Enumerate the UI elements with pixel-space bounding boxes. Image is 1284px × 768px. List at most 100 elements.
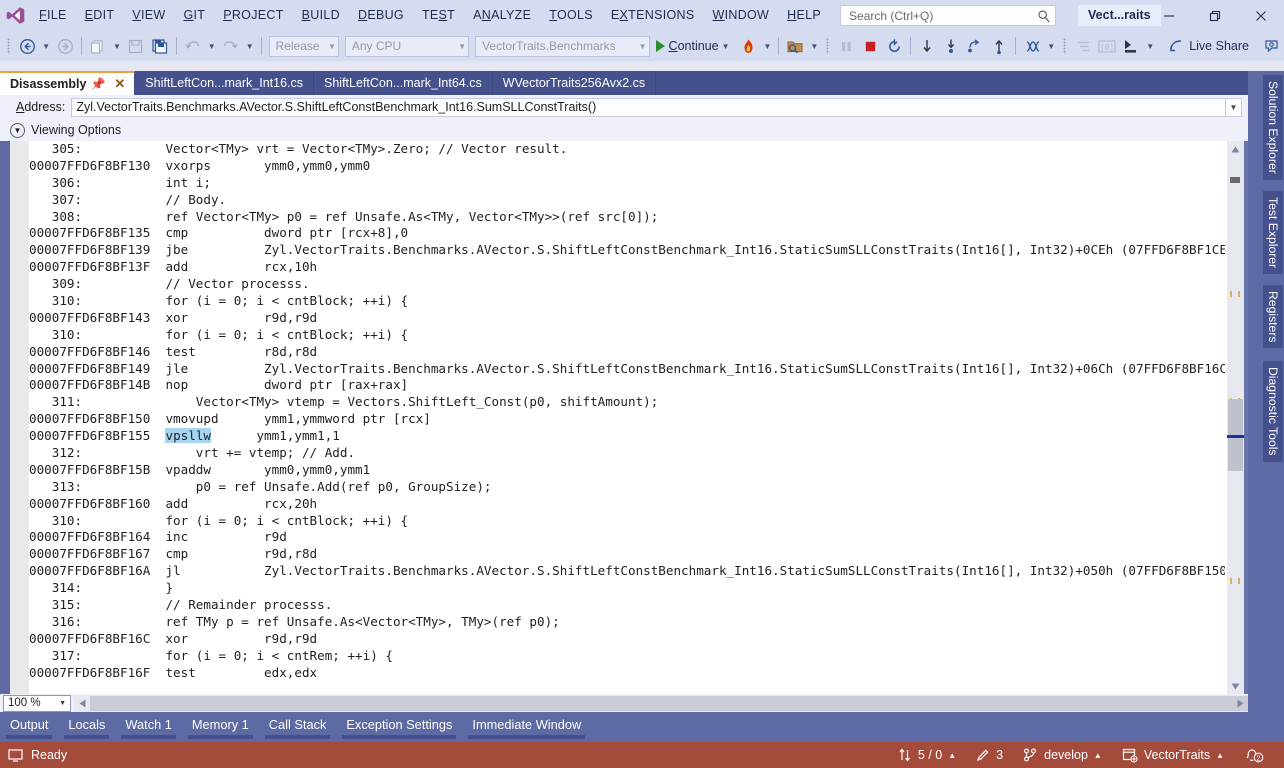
code-asm-line[interactable]: 00007FFD6F8BF155 vpsllw ymm1,ymm1,1 [29, 428, 1225, 445]
menu-item-tools[interactable]: TOOLS [540, 0, 602, 31]
bottom-tab-locals[interactable]: Locals [58, 712, 115, 742]
code-breakpoint-gutter[interactable] [10, 141, 29, 694]
undo-dropdown-icon[interactable]: ▼ [205, 42, 219, 51]
bottom-tab-memory-1[interactable]: Memory 1 [182, 712, 259, 742]
scroll-down-arrow-icon[interactable] [1227, 678, 1244, 694]
code-asm-line[interactable]: 00007FFD6F8BF16F test edx,edx [29, 665, 1225, 682]
menu-item-file[interactable]: FFILEILE [30, 0, 76, 31]
menu-item-build[interactable]: BUILD [293, 0, 349, 31]
scroll-up-arrow-icon[interactable] [1227, 141, 1244, 157]
show-code-bytes-dropdown-icon[interactable]: ▼ [1143, 42, 1157, 51]
undo-button[interactable] [181, 34, 205, 58]
viewing-options-label[interactable]: Viewing Options [31, 123, 121, 137]
break-all-button[interactable] [834, 34, 858, 58]
maximize-restore-button[interactable] [1192, 0, 1238, 31]
hot-reload-dropdown-icon[interactable]: ▼ [761, 42, 775, 51]
tool-tab-solution-explorer[interactable]: Solution Explorer [1263, 75, 1283, 180]
save-button[interactable] [124, 34, 148, 58]
quick-launch-search[interactable] [840, 5, 1057, 26]
show-threads-button[interactable] [1020, 34, 1044, 58]
solution-configuration-combo[interactable]: Release ▼ [268, 35, 339, 57]
minimize-button[interactable] [1146, 0, 1192, 31]
tab-wvectortraits256avx2[interactable]: WVectorTraits256Avx2.cs [493, 71, 657, 95]
step-into-button[interactable] [915, 34, 939, 58]
toolbar-grip[interactable] [1060, 37, 1069, 55]
code-horizontal-scrollbar[interactable] [74, 694, 1250, 712]
code-source-line[interactable]: 313: p0 = ref Unsafe.Add(ref p0, GroupSi… [29, 479, 1225, 496]
show-code-bytes-button[interactable] [1119, 34, 1143, 58]
menu-item-debug[interactable]: DEBUG [349, 0, 413, 31]
code-asm-line[interactable]: 00007FFD6F8BF139 jbe Zyl.VectorTraits.Be… [29, 242, 1225, 259]
source-mode-button[interactable] [1071, 34, 1095, 58]
step-over-button[interactable] [939, 34, 963, 58]
code-asm-line[interactable]: 00007FFD6F8BF14B nop dword ptr [rax+rax] [29, 377, 1225, 394]
menu-item-analyze[interactable]: ANALYZE [464, 0, 540, 31]
code-asm-line[interactable]: 00007FFD6F8BF160 add rcx,20h [29, 496, 1225, 513]
step-out-button[interactable] [963, 34, 987, 58]
tab-shiftleftconst-int16[interactable]: ShiftLeftCon...mark_Int16.cs [135, 71, 315, 95]
toolbar-grip[interactable] [823, 37, 832, 55]
code-asm-line[interactable]: 00007FFD6F8BF130 vxorps ymm0,ymm0,ymm0 [29, 158, 1225, 175]
code-source-line[interactable]: 316: ref TMy p = ref Unsafe.As<Vector<TM… [29, 614, 1225, 631]
code-asm-line[interactable]: 00007FFD6F8BF150 vmovupd ymm1,ymmword pt… [29, 411, 1225, 428]
run-to-cursor-button[interactable] [987, 34, 1011, 58]
pin-icon[interactable]: 📌 [86, 77, 109, 91]
show-bytes-button[interactable]: [0] [1095, 34, 1119, 58]
tool-tab-registers[interactable]: Registers [1263, 285, 1283, 349]
code-source-line[interactable]: 312: vrt += vtemp; // Add. [29, 445, 1225, 462]
close-button[interactable] [1238, 0, 1284, 31]
pending-changes-item[interactable]: 3 [966, 742, 1013, 768]
menu-item-project[interactable]: PROJECT [214, 0, 292, 31]
startup-project-combo[interactable]: VectorTraits.Benchmarks ▼ [475, 35, 650, 57]
code-asm-line[interactable]: 00007FFD6F8BF135 cmp dword ptr [rcx+8],0 [29, 225, 1225, 242]
code-source-line[interactable]: 310: for (i = 0; i < cntBlock; ++i) { [29, 327, 1225, 344]
save-all-button[interactable] [148, 34, 172, 58]
redo-dropdown-icon[interactable]: ▼ [243, 42, 257, 51]
menu-item-help[interactable]: HELP [778, 0, 830, 31]
redo-button[interactable] [219, 34, 243, 58]
code-vertical-scrollbar[interactable] [1227, 141, 1244, 694]
scroll-left-arrow-icon[interactable] [74, 695, 90, 712]
restart-button[interactable] [882, 34, 906, 58]
new-project-button[interactable] [86, 34, 110, 58]
repository-item[interactable]: VectorTraits ▲ [1112, 742, 1234, 768]
code-asm-line[interactable]: 00007FFD6F8BF143 xor r9d,r9d [29, 310, 1225, 327]
menu-item-test[interactable]: TEST [413, 0, 464, 31]
code-source-line[interactable]: 310: for (i = 0; i < cntBlock; ++i) { [29, 293, 1225, 310]
zoom-level-combo[interactable]: 100 % ▼ [3, 694, 71, 712]
show-threads-dropdown-icon[interactable]: ▼ [1044, 42, 1058, 51]
continue-dropdown-icon[interactable]: ▼ [719, 42, 733, 51]
navigate-forward-button[interactable] [53, 34, 77, 58]
menu-item-git[interactable]: GIT [174, 0, 214, 31]
menu-item-edit[interactable]: EDIT [76, 0, 124, 31]
code-source-line[interactable]: 308: ref Vector<TMy> p0 = ref Unsafe.As<… [29, 209, 1225, 226]
continue-button[interactable]: Continue ▼ [653, 34, 737, 58]
close-icon[interactable]: ✕ [109, 76, 130, 92]
code-lines[interactable]: 305: Vector<TMy> vrt = Vector<TMy>.Zero;… [29, 141, 1225, 694]
bottom-tab-watch-1[interactable]: Watch 1 [115, 712, 181, 742]
bottom-tab-immediate-window[interactable]: Immediate Window [462, 712, 591, 742]
code-source-line[interactable]: 306: int i; [29, 175, 1225, 192]
source-control-sync-item[interactable]: 5 / 0 ▲ [888, 742, 966, 768]
attach-to-process-button[interactable] [783, 34, 807, 58]
code-source-line[interactable]: 310: for (i = 0; i < cntBlock; ++i) { [29, 513, 1225, 530]
menu-item-window[interactable]: WINDOW [703, 0, 778, 31]
address-dropdown-icon[interactable]: ▼ [1226, 97, 1242, 117]
selected-mnemonic[interactable]: vpsllw [165, 428, 211, 444]
new-project-dropdown-icon[interactable]: ▼ [110, 42, 124, 51]
code-asm-line[interactable]: 00007FFD6F8BF16A jl Zyl.VectorTraits.Ben… [29, 563, 1225, 580]
navigate-backward-button[interactable] [15, 34, 39, 58]
navigate-backward-dropdown-icon[interactable]: ▼ [39, 42, 53, 51]
code-asm-line[interactable]: 00007FFD6F8BF146 test r8d,r8d [29, 344, 1225, 361]
code-source-line[interactable]: 314: } [29, 580, 1225, 597]
address-input[interactable]: Zyl.VectorTraits.Benchmarks.AVector.S.Sh… [71, 97, 1226, 117]
hscroll-thumb[interactable] [90, 695, 1250, 711]
menu-item-extensions[interactable]: EXTENSIONS [602, 0, 704, 31]
stop-debugging-button[interactable] [858, 34, 882, 58]
code-source-line[interactable]: 307: // Body. [29, 192, 1225, 209]
code-source-line[interactable]: 305: Vector<TMy> vrt = Vector<TMy>.Zero;… [29, 141, 1225, 158]
scroll-right-arrow-icon[interactable] [1232, 695, 1248, 712]
tool-tab-diagnostic-tools[interactable]: Diagnostic Tools [1263, 361, 1283, 462]
tool-tab-test-explorer[interactable]: Test Explorer [1263, 191, 1283, 275]
toolbar-grip[interactable] [4, 37, 13, 55]
